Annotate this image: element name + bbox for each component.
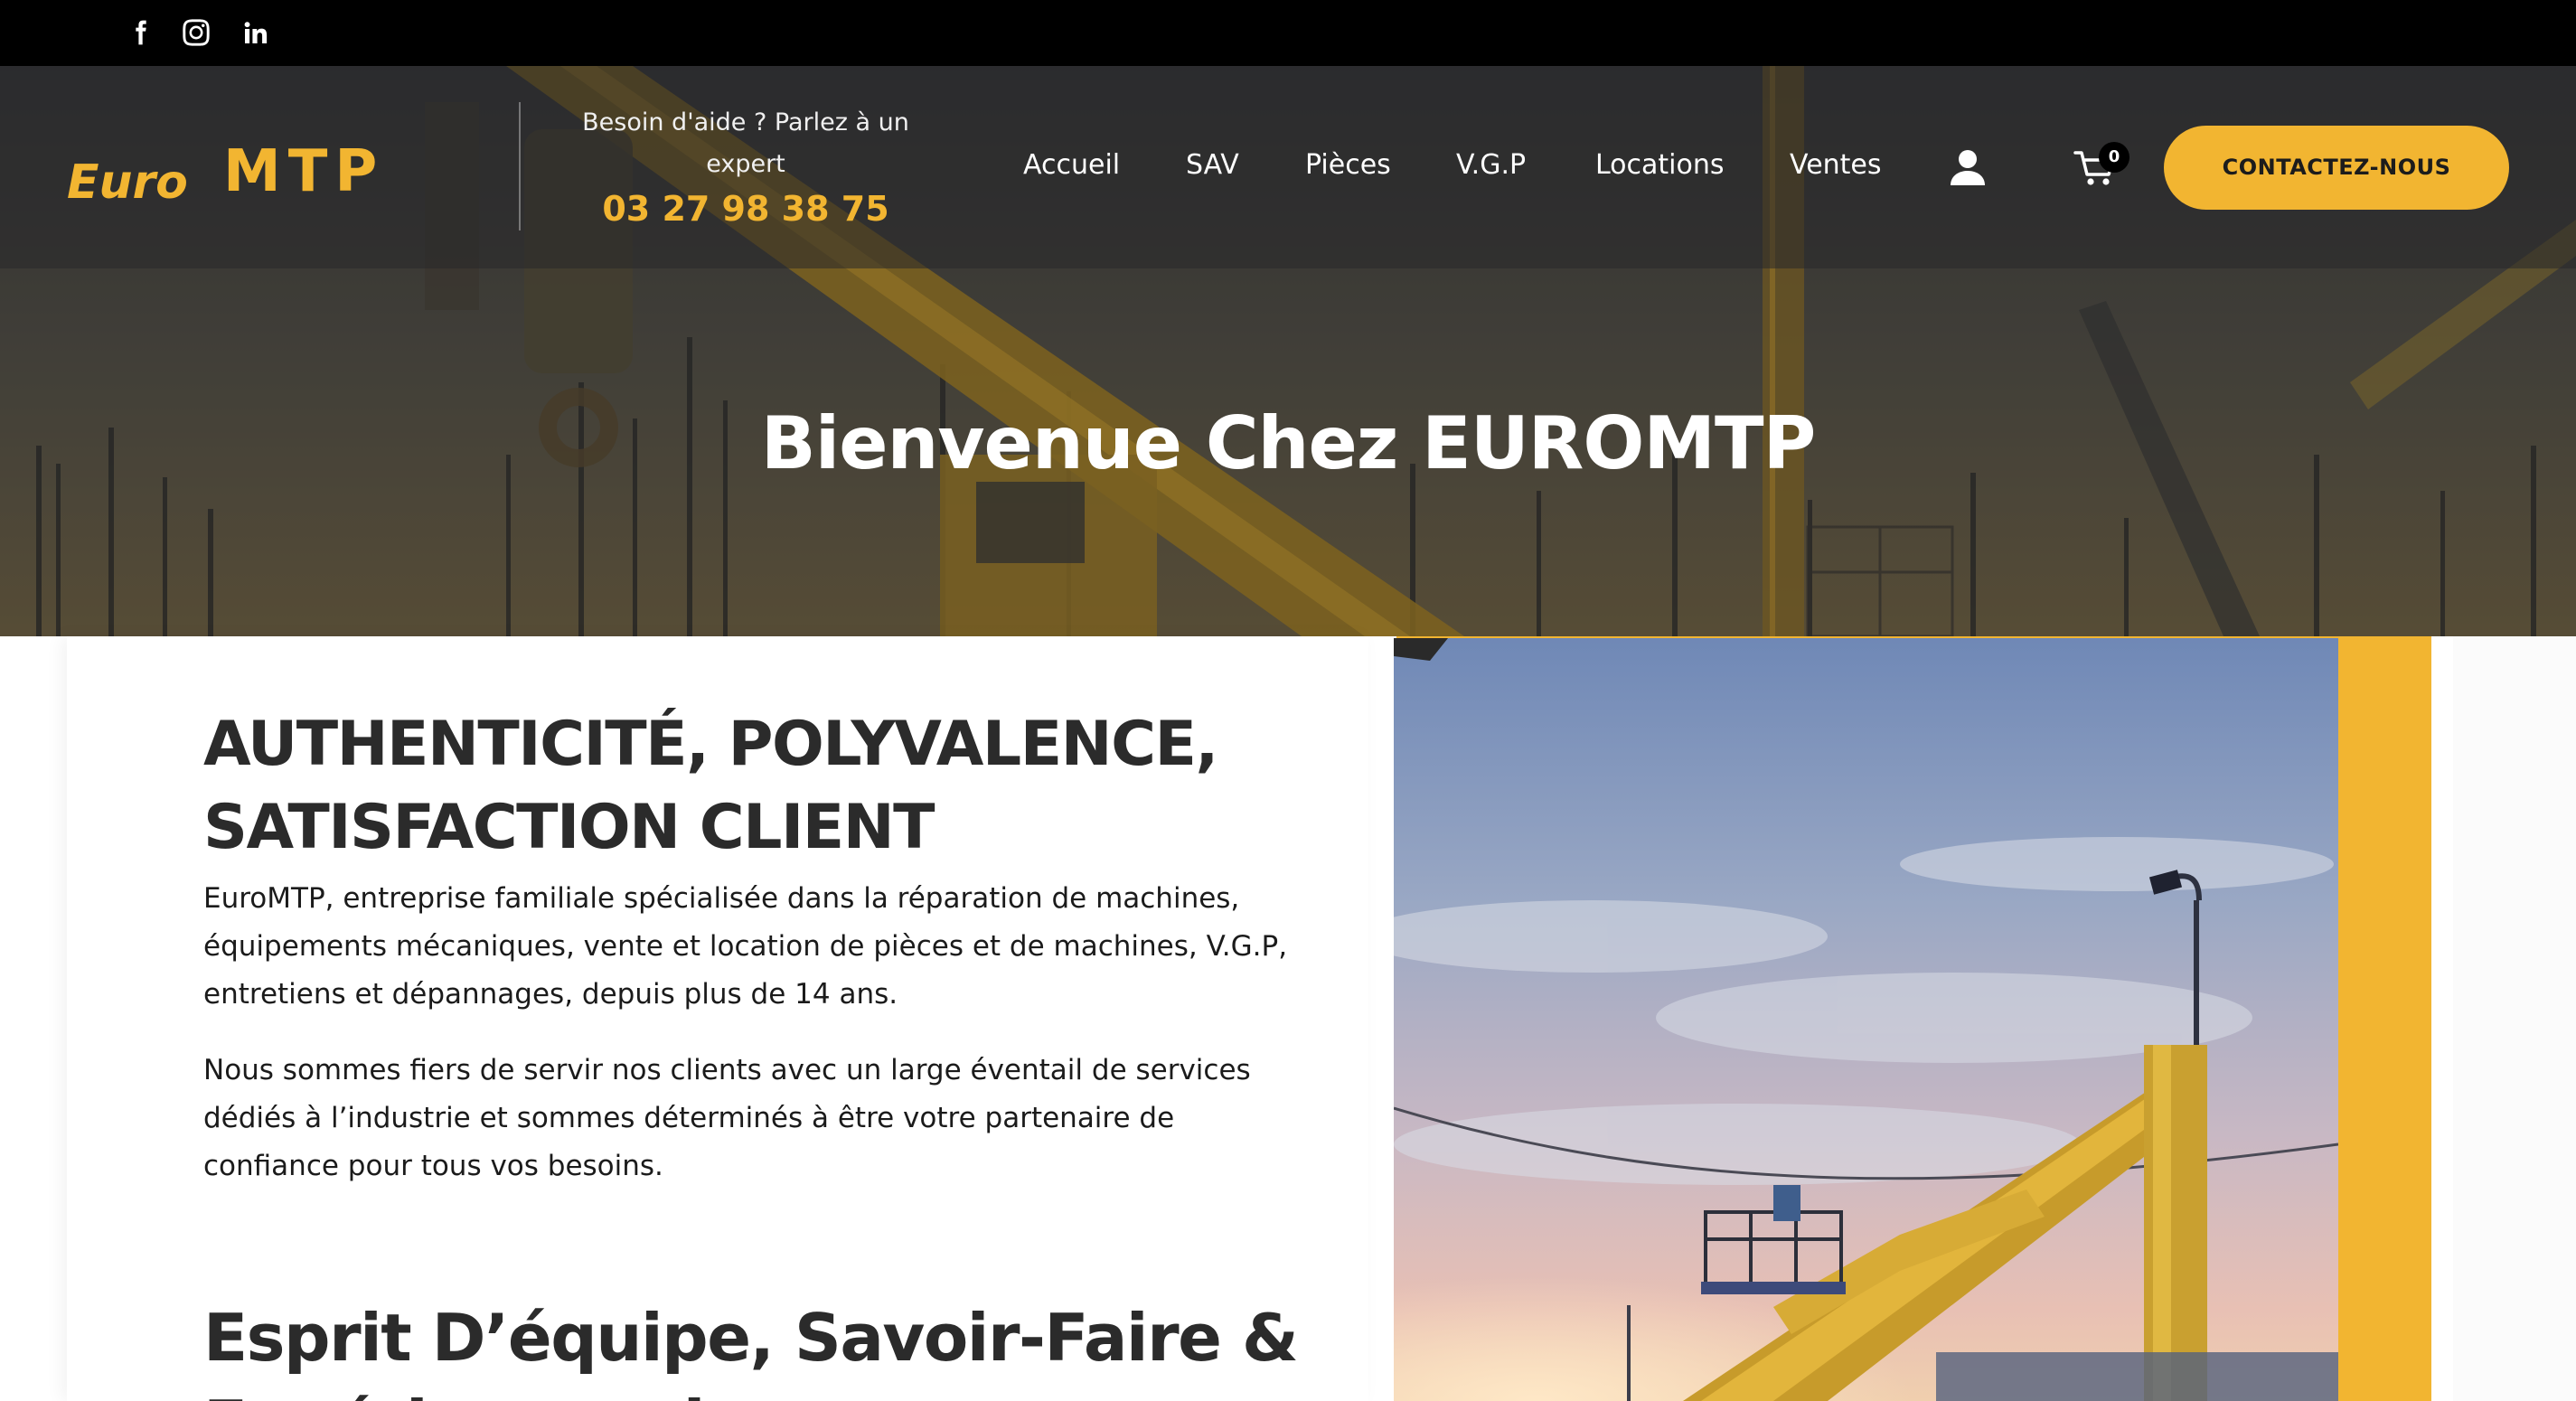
nav-item-locations[interactable]: Locations <box>1595 147 1725 183</box>
euromtp-logo[interactable]: Euro MTP <box>65 138 449 211</box>
instagram-icon[interactable] <box>180 16 212 49</box>
hero-title: Bienvenue Chez EUROMTP <box>760 401 1816 485</box>
linkedin-icon[interactable] <box>240 16 272 49</box>
hero-banner: Euro MTP Besoin d'aide ? Parlez à un exp… <box>0 66 2576 636</box>
nav-item-ventes[interactable]: Ventes <box>1790 147 1882 183</box>
help-text: Besoin d'aide ? Parlez à un expert <box>582 108 909 178</box>
logo-text-right: MTP <box>223 138 384 205</box>
user-icon[interactable] <box>1948 147 1988 187</box>
nav-item-sav[interactable]: SAV <box>1186 147 1239 183</box>
main-header: Euro MTP Besoin d'aide ? Parlez à un exp… <box>0 66 2576 268</box>
header-divider <box>519 102 521 230</box>
nav-item-accueil[interactable]: Accueil <box>1023 147 1120 183</box>
social-bar <box>0 0 2576 66</box>
logo-text-left: Euro <box>67 155 188 210</box>
facebook-icon[interactable] <box>124 16 156 49</box>
cart-button[interactable]: 0 <box>2072 142 2129 193</box>
intro-paragraph-1: EuroMTP, entreprise familiale spécialisé… <box>203 882 1288 1011</box>
section-subtitle: Esprit D’équipe, Savoir-Faire & Expérime… <box>203 1300 1299 1401</box>
intro-title: AUTHENTICITÉ, POLYVALENCE, SATISFACTION … <box>203 709 1218 863</box>
cart-count-badge: 0 <box>2099 142 2129 173</box>
nav-item-pieces[interactable]: Pièces <box>1305 147 1391 183</box>
help-block: Besoin d'aide ? Parlez à un expert 03 27… <box>560 102 931 230</box>
intro-paragraph-2: Nous sommes fiers de servir nos clients … <box>203 1054 1251 1182</box>
aerial-lift-photo <box>1394 638 2338 1401</box>
decorative-panel <box>2453 636 2576 1401</box>
contact-button[interactable]: CONTACTEZ-NOUS <box>2164 126 2509 210</box>
nav-item-vgp[interactable]: V.G.P <box>1456 147 1526 183</box>
help-phone-link[interactable]: 03 27 98 38 75 <box>560 187 931 230</box>
